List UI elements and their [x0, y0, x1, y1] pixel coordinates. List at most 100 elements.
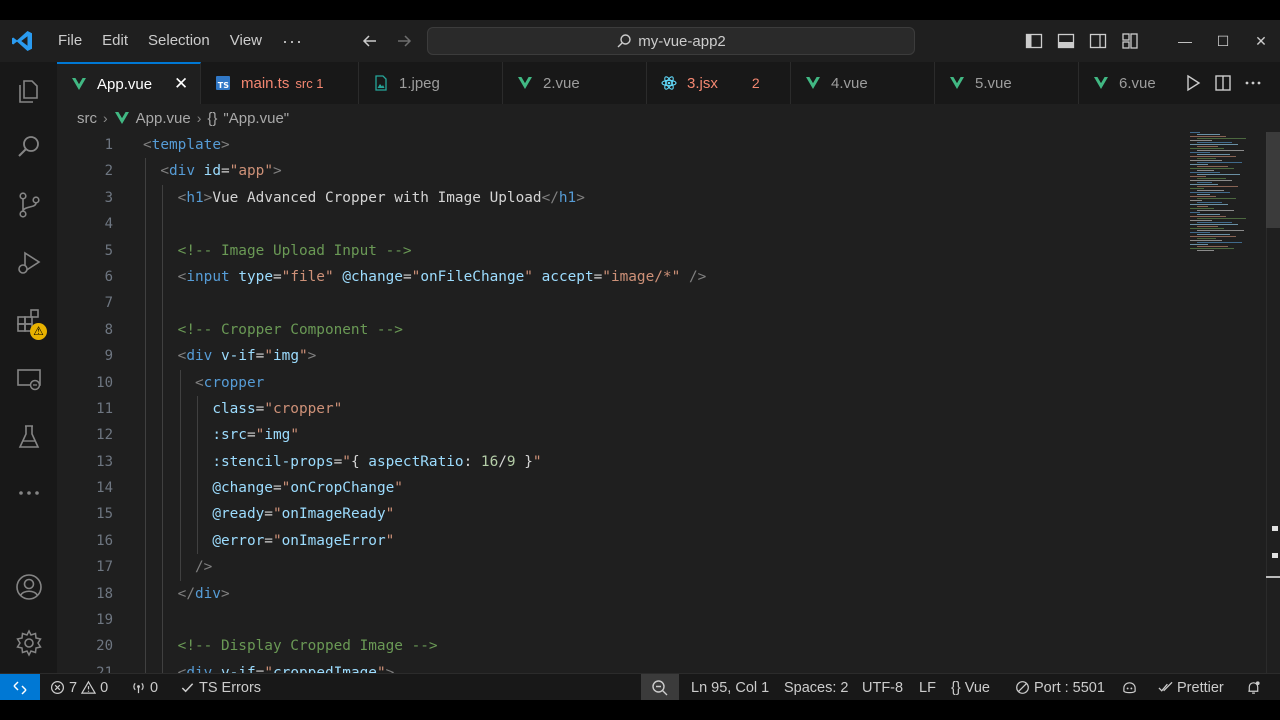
check-icon [181, 683, 194, 693]
code-editor[interactable]: 1 2 3 4 5 6 7 8 9 10 11 12 13 14 15 16 1… [57, 132, 1280, 673]
tab-6-vue[interactable]: 6.vue [1079, 62, 1189, 104]
bell-dot-icon [1248, 681, 1260, 694]
cursor-position[interactable]: Ln 95, Col 1 [691, 674, 769, 701]
minimize-button[interactable]: — [1166, 20, 1204, 62]
live-server-port[interactable]: Port : 5501 [1015, 674, 1105, 701]
accounts-button[interactable] [0, 562, 57, 612]
source-control-button[interactable] [0, 180, 57, 230]
breadcrumb-file[interactable]: App.vue [136, 110, 191, 127]
minimap-line [1197, 210, 1234, 211]
tab-close-button[interactable]: ✕ [174, 74, 188, 94]
copilot-button[interactable] [1122, 674, 1137, 701]
extensions-button[interactable]: ⚠ [0, 296, 57, 346]
minimap-line [1197, 138, 1246, 139]
eol-setting[interactable]: LF [919, 674, 936, 701]
remote-explorer-button[interactable] [0, 354, 57, 404]
tab-2-vue[interactable]: 2.vue [503, 62, 647, 104]
notifications-button[interactable] [1246, 674, 1261, 701]
run-icon[interactable] [1184, 74, 1202, 92]
code-line: @change="onCropChange" [143, 475, 1183, 502]
run-debug-button[interactable] [0, 238, 57, 288]
ts-errors-indicator[interactable]: TS Errors [180, 674, 261, 701]
scrollbar-thumb[interactable] [1266, 132, 1280, 228]
minimap-line [1190, 188, 1204, 189]
encoding-setting[interactable]: UTF-8 [862, 674, 903, 701]
ports-indicator[interactable]: 0 [131, 674, 158, 701]
tab-description: src 1 [295, 75, 324, 91]
menu-more-button[interactable]: ··· [272, 31, 313, 52]
problems-indicator[interactable]: 7 0 [50, 674, 108, 701]
tab-1-jpeg[interactable]: 1.jpeg [359, 62, 503, 104]
more-views-button[interactable] [0, 468, 57, 518]
command-center-search[interactable]: my-vue-app2 [427, 27, 915, 55]
line-number: 11 [96, 400, 113, 417]
minimap-line [1190, 204, 1228, 205]
menu-view[interactable]: View [220, 20, 272, 62]
minimap-line [1197, 246, 1228, 247]
testing-button[interactable] [0, 412, 57, 462]
minimap-line [1197, 198, 1236, 199]
command-center-label: my-vue-app2 [638, 32, 726, 50]
code-line: <cropper [143, 369, 1183, 396]
customize-layout-button[interactable] [1114, 20, 1146, 62]
code-line: <div v-if="croppedImage"> [143, 659, 1183, 673]
tab-4-vue[interactable]: 4.vue [791, 62, 935, 104]
toggle-secondary-sidebar-button[interactable] [1082, 20, 1114, 62]
gear-icon [15, 629, 42, 657]
port-label: Port : 5501 [1034, 679, 1105, 696]
maximize-button[interactable]: ☐ [1204, 20, 1242, 62]
explorer-button[interactable] [0, 66, 57, 116]
activity-bar: ⚠ [0, 62, 57, 673]
minimap-line [1190, 160, 1222, 161]
zoom-icon [652, 679, 668, 695]
warning-badge: ⚠ [30, 323, 47, 340]
menu-file[interactable]: File [48, 20, 92, 62]
ts-errors-label: TS Errors [199, 679, 262, 696]
language-mode[interactable]: {} Vue [951, 674, 990, 701]
split-editor-icon[interactable] [1214, 74, 1232, 92]
menu-edit[interactable]: Edit [92, 20, 138, 62]
react-icon [661, 76, 677, 90]
line-number: 6 [104, 268, 113, 285]
minimap-line [1197, 214, 1220, 215]
code-line: @error="onImageError" [143, 527, 1183, 555]
line-number: 2 [104, 163, 113, 180]
tab-main-ts[interactable]: TS main.ts src 1 [201, 62, 359, 104]
tab-5-vue[interactable]: 5.vue [935, 62, 1079, 104]
vertical-scrollbar[interactable] [1266, 132, 1280, 673]
minimap-line [1197, 146, 1218, 147]
search-view-button[interactable] [0, 122, 57, 172]
tab-app-vue[interactable]: App.vue ✕ [57, 62, 201, 104]
minimap-line [1190, 248, 1234, 249]
breadcrumb-symbol[interactable]: "App.vue" [223, 110, 289, 127]
minimap-line [1190, 212, 1200, 213]
zoom-button[interactable] [641, 674, 679, 701]
remote-indicator-button[interactable] [0, 674, 40, 701]
code-line: <h1>Vue Advanced Cropper with Image Uplo… [143, 184, 1183, 212]
line-number: 10 [96, 374, 113, 391]
tab-3-jsx[interactable]: 3.jsx 2 [647, 62, 791, 104]
code-line: <!-- Image Upload Input --> [143, 237, 1183, 264]
minimap-line [1190, 168, 1234, 169]
manage-settings-button[interactable] [0, 618, 57, 668]
prettier-status[interactable]: Prettier [1158, 674, 1224, 701]
typescript-icon: TS [216, 76, 230, 90]
code-line [143, 211, 1183, 238]
close-window-button[interactable]: ✕ [1242, 20, 1280, 62]
forward-arrow-icon[interactable] [394, 31, 414, 51]
toggle-primary-sidebar-button[interactable] [1018, 20, 1050, 62]
minimap-line [1197, 178, 1226, 179]
toggle-panel-button[interactable] [1050, 20, 1082, 62]
minimap[interactable] [1190, 132, 1260, 262]
code-line: :stencil-props="{ aspectRatio: 16/9 }" [143, 448, 1183, 476]
line-number: 13 [96, 453, 113, 470]
back-arrow-icon[interactable] [360, 31, 380, 51]
more-actions-icon[interactable] [1244, 74, 1262, 92]
minimap-line [1190, 196, 1216, 197]
tab-label: 6.vue [1119, 74, 1156, 92]
indentation-setting[interactable]: Spaces: 2 [784, 674, 849, 701]
line-number: 17 [96, 559, 113, 576]
code-lines[interactable]: <template> <div id="app"> <h1>Vue Advanc… [143, 132, 1183, 673]
breadcrumb-folder[interactable]: src [77, 110, 97, 127]
menu-selection[interactable]: Selection [138, 20, 220, 62]
